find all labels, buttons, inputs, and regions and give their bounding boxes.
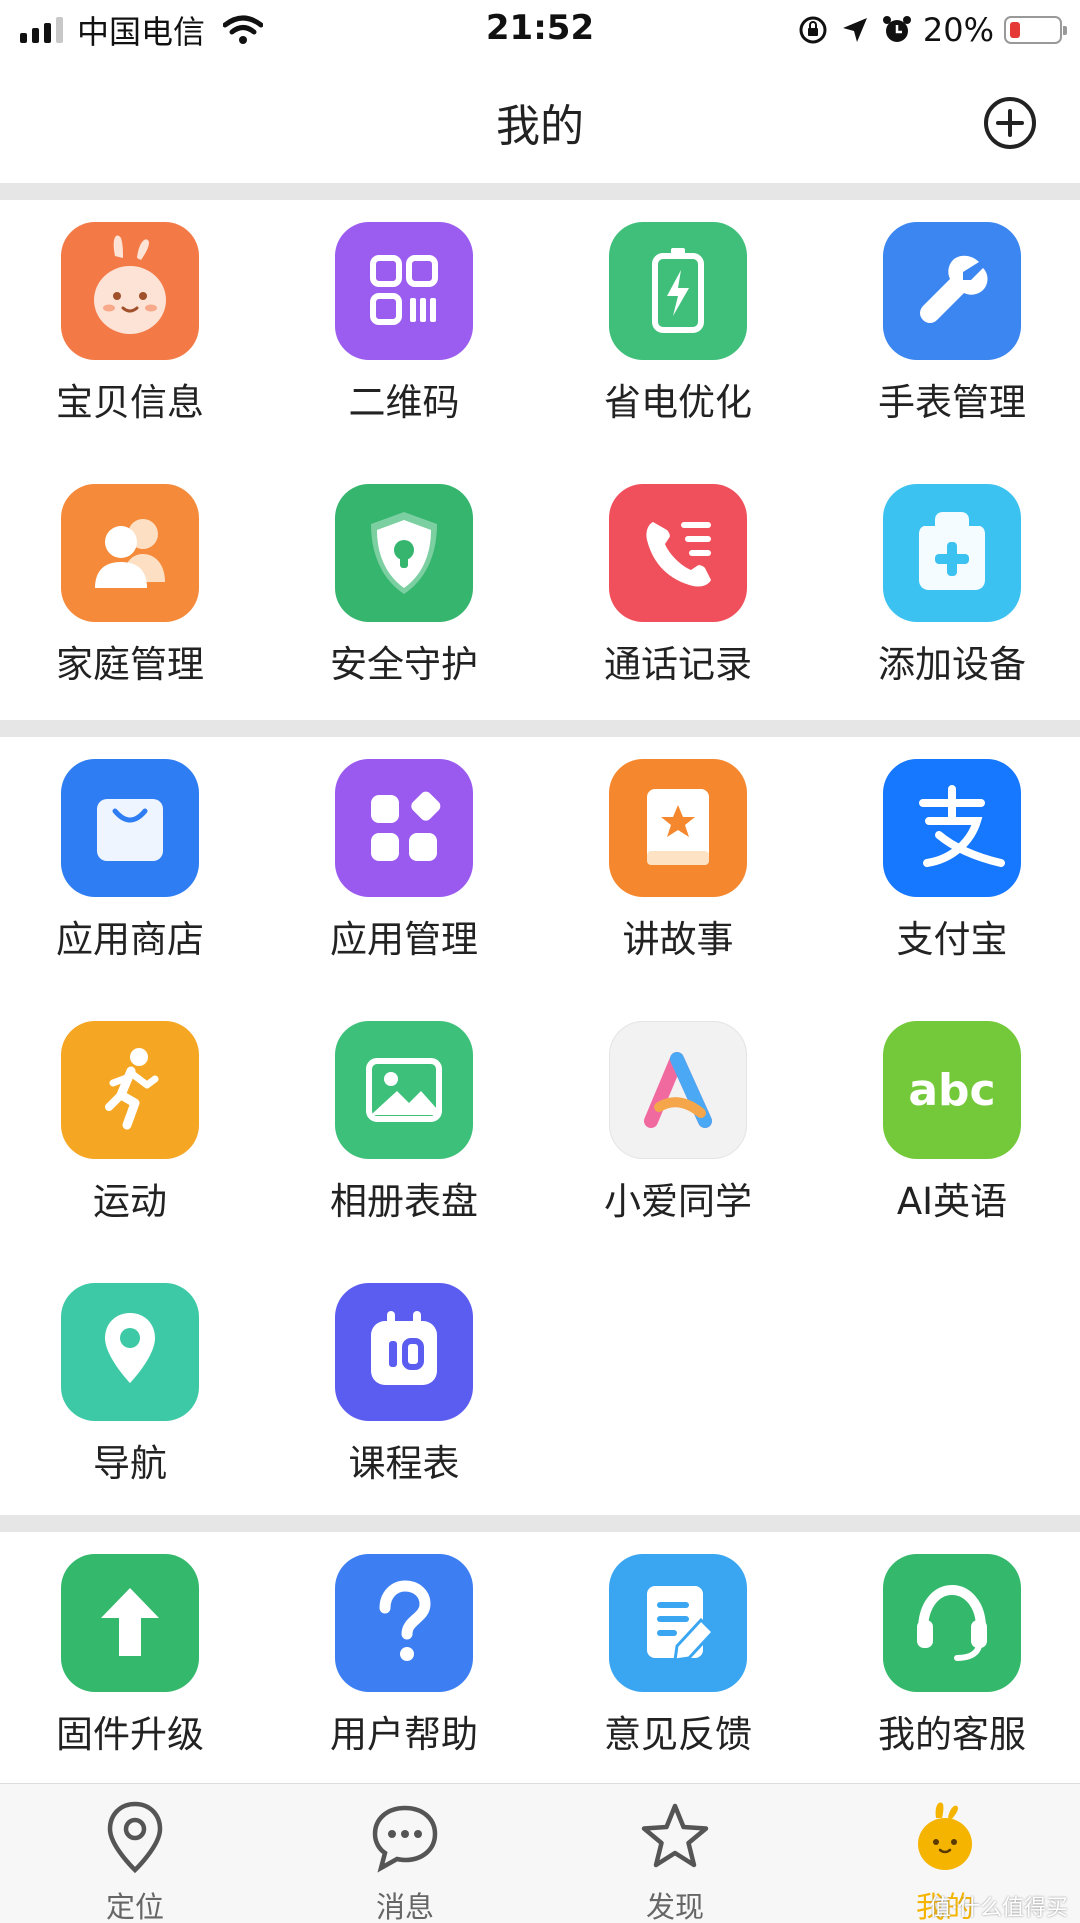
status-bar: 中国电信 21:52 20%	[0, 0, 1080, 62]
tab-location[interactable]: 定位	[0, 1784, 270, 1923]
shield-icon-glyph	[371, 512, 437, 594]
menu-item-label: 用户帮助	[330, 1713, 478, 1756]
alarm-icon	[882, 16, 911, 42]
menu-item-label: 相册表盘	[330, 1180, 478, 1223]
add-device-icon	[883, 484, 1021, 622]
location-arrow-icon	[842, 18, 867, 42]
header: 我的	[0, 62, 1080, 182]
shopping-bag-icon-glyph	[97, 799, 163, 861]
upgrade-arrow-icon	[61, 1554, 199, 1692]
schedule-icon-glyph	[371, 1311, 437, 1385]
phone-log-icon	[609, 484, 747, 622]
menu-item-label: 宝贝信息	[56, 381, 204, 424]
tab-bar: 定位 消息 发现 我的	[0, 1783, 1080, 1923]
plus-circle-icon[interactable]	[982, 95, 1038, 151]
menu-item-label: 讲故事	[622, 918, 734, 961]
tab-discover[interactable]: 发现	[540, 1784, 810, 1923]
add-device-icon-glyph	[919, 512, 985, 590]
watermark: 值·什么值得买	[929, 1896, 1068, 1921]
help-question-icon-glyph	[379, 1580, 431, 1661]
status-right: 20%	[797, 10, 1067, 50]
map-pin-icon-glyph	[105, 1313, 155, 1383]
map-pin-icon	[61, 1283, 199, 1421]
menu-item-label: 家庭管理	[56, 643, 204, 686]
section-support: 固件升级 用户帮助 意见反馈 我的客服	[0, 1532, 1080, 1782]
menu-item-label: 应用管理	[330, 918, 478, 961]
orientation-lock-icon	[799, 16, 827, 44]
menu-item-label: 我的客服	[878, 1713, 1026, 1756]
star-icon	[641, 1803, 709, 1868]
family-users-icon	[61, 484, 199, 622]
menu-item-label: 应用商店	[56, 918, 204, 961]
battery-percent: 20%	[922, 11, 994, 49]
alipay-icon-glyph	[919, 785, 1005, 867]
menu-item-label: AI英语	[896, 1180, 1008, 1223]
mascot-icon	[918, 1802, 972, 1870]
runner-icon-glyph	[105, 1048, 159, 1130]
menu-item-label: 省电优化	[604, 381, 752, 424]
section-divider	[0, 1515, 1080, 1532]
tab-messages[interactable]: 消息	[270, 1784, 540, 1923]
menu-item-label: 支付宝	[896, 918, 1008, 961]
abc-icon-glyph: abc	[908, 1065, 995, 1116]
help-question-icon	[335, 1554, 473, 1692]
xiaoai-icon	[609, 1021, 747, 1159]
menu-item-label: 导航	[93, 1442, 167, 1485]
app-grid-icon	[335, 759, 473, 897]
phone-log-icon-glyph	[646, 522, 711, 587]
shield-icon	[335, 484, 473, 622]
photo-album-icon-glyph	[366, 1058, 442, 1122]
tab-label: 消息	[375, 1890, 434, 1923]
menu-item-label: 固件升级	[56, 1713, 204, 1756]
abc-icon: abc	[883, 1021, 1021, 1159]
chat-bubble-icon	[372, 1805, 438, 1873]
wrench-icon	[883, 222, 1021, 360]
battery-icon	[1004, 16, 1067, 44]
bunny-face-icon	[61, 222, 199, 360]
svg-text:abc: abc	[908, 1065, 995, 1116]
wrench-icon-glyph	[920, 255, 988, 323]
alipay-icon	[883, 759, 1021, 897]
story-book-icon-glyph	[647, 789, 709, 865]
menu-item-label: 运动	[93, 1180, 167, 1223]
qr-code-icon	[335, 222, 473, 360]
runner-icon	[61, 1021, 199, 1159]
feedback-edit-icon	[609, 1554, 747, 1692]
menu-item-label: 课程表	[348, 1442, 460, 1485]
xiaoai-icon-glyph	[644, 1052, 712, 1128]
feedback-edit-icon-glyph	[647, 1586, 716, 1662]
headset-icon-glyph	[917, 1584, 987, 1661]
menu-item-label: 意见反馈	[604, 1713, 752, 1756]
schedule-icon	[335, 1283, 473, 1421]
upgrade-arrow-icon-glyph	[101, 1588, 159, 1656]
section-divider	[0, 720, 1080, 737]
battery-charge-icon	[609, 222, 747, 360]
photo-album-icon	[335, 1021, 473, 1159]
tab-label: 定位	[105, 1890, 164, 1923]
battery-fill	[1010, 22, 1020, 38]
battery-charge-icon-glyph	[652, 248, 704, 333]
section-divider	[0, 183, 1080, 200]
page-title: 我的	[496, 101, 584, 152]
app-grid-icon-glyph	[371, 791, 441, 861]
menu-item-label: 安全守护	[330, 643, 478, 686]
section-apps: 应用商店 应用管理 讲故事 支付宝运动 相册表盘 小爱同学 abc AI英语导航 课程表	[0, 737, 1080, 1515]
location-pin-icon	[107, 1801, 163, 1874]
headset-icon	[883, 1554, 1021, 1692]
menu-item-label: 二维码	[348, 381, 460, 424]
shopping-bag-icon	[61, 759, 199, 897]
tab-label: 发现	[645, 1890, 704, 1923]
menu-item-label: 通话记录	[604, 643, 752, 686]
menu-item-label: 小爱同学	[604, 1180, 752, 1223]
story-book-icon	[609, 759, 747, 897]
qr-code-icon-glyph	[370, 255, 438, 325]
family-users-icon-glyph	[95, 519, 165, 588]
bunny-face-icon-glyph	[94, 235, 166, 334]
section-device: 宝贝信息 二维码 省电优化 手表管理家庭管理 安全守护 通话记录 添加设备	[0, 200, 1080, 720]
menu-item-label: 手表管理	[878, 381, 1026, 424]
menu-item-label: 添加设备	[878, 643, 1026, 686]
